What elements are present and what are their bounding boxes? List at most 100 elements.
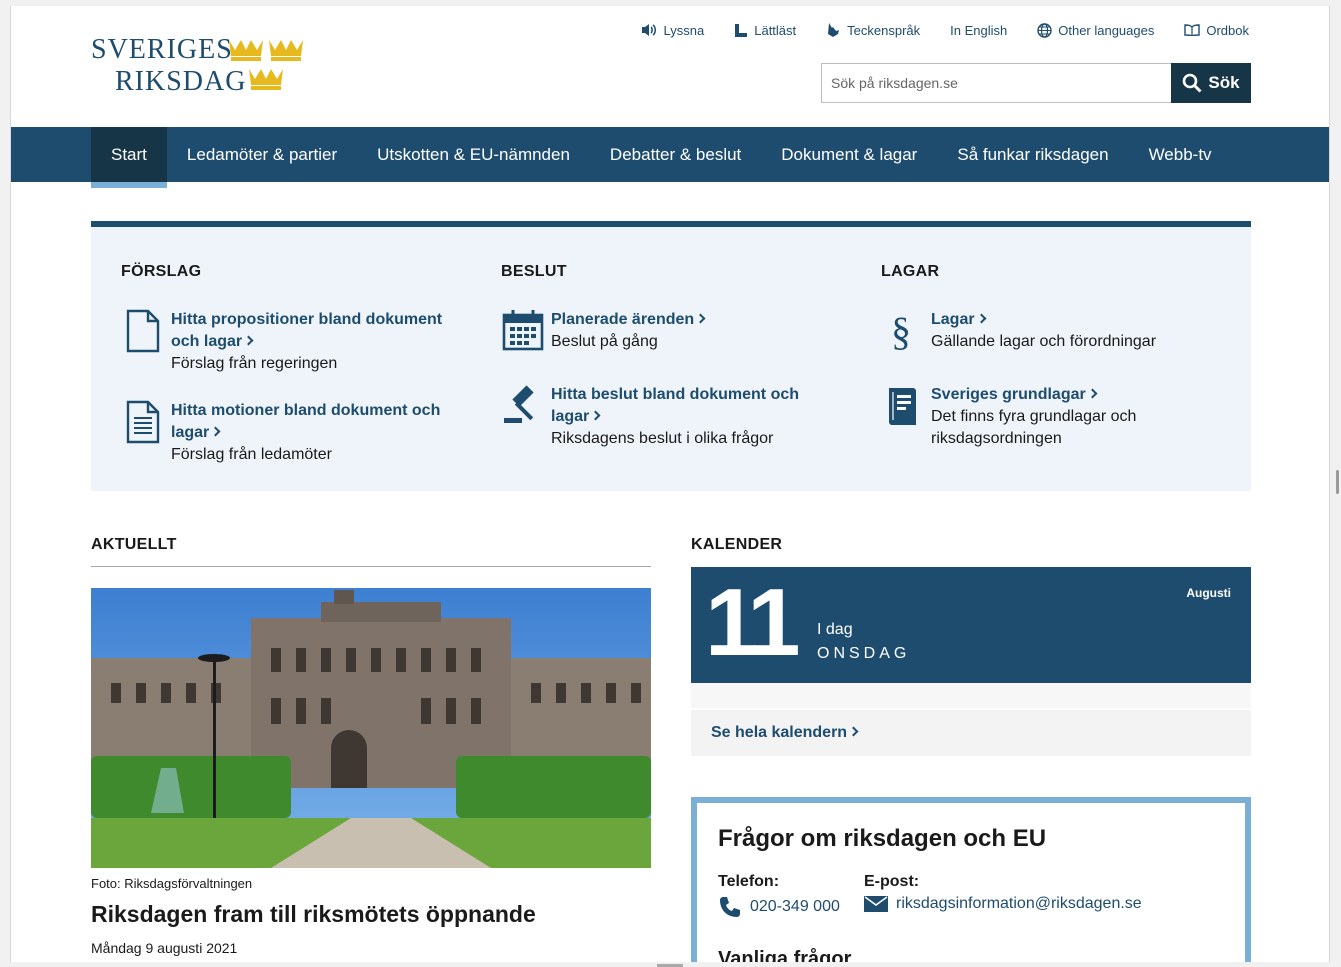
logo-line-1: SVERIGES [91, 34, 233, 65]
calendar-today-label: I dag [817, 621, 853, 638]
chevron-right-icon [976, 313, 987, 324]
calendar-today-card[interactable]: 11 I dag ONSDAG Augusti [691, 567, 1251, 683]
grundlagar-entry-text: Sveriges grundlagar Det finns fyra grund… [931, 384, 1221, 450]
photo-caption: Foto: Riksdagsförvaltningen [91, 876, 253, 891]
phone-link[interactable]: 020-349 000 [718, 895, 840, 919]
nav-item-sa-funkar[interactable]: Så funkar riksdagen [937, 127, 1128, 182]
hitta-beslut-link[interactable]: Hitta beslut bland dokument och lagar [551, 384, 841, 428]
nav-item-start[interactable]: Start [91, 127, 167, 188]
contact-title: Frågor om riksdagen och EU [718, 825, 1047, 852]
faq-heading[interactable]: Vanliga frågor [718, 948, 851, 962]
chevron-right-icon [590, 410, 601, 421]
search-icon [1183, 73, 1202, 93]
main-navigation: Start Ledamöter & partier Utskotten & EU… [11, 127, 1329, 188]
news-date: Måndag 9 augusti 2021 [91, 940, 238, 956]
text-document-icon [126, 400, 160, 444]
other-languages-label: Other languages [1058, 22, 1155, 38]
phone-number: 020-349 000 [750, 898, 840, 915]
lagar-link-label: Lagar [931, 311, 975, 328]
easy-read-label: Lättläst [754, 22, 797, 38]
full-calendar-link[interactable]: Se hela kalendern [711, 724, 859, 742]
propositioner-link-label: Hitta propositioner bland dokument och l… [171, 311, 443, 350]
calendar-month: Augusti [1186, 586, 1231, 600]
calendar-icon [502, 310, 544, 351]
logo-line-2: RIKSDAG [115, 66, 247, 97]
listen-label: Lyssna [663, 22, 705, 38]
nav-item-dokument-lagar[interactable]: Dokument & lagar [761, 127, 937, 182]
propositioner-link[interactable]: Hitta propositioner bland dokument och l… [171, 309, 461, 353]
three-crowns-icon [229, 40, 303, 90]
document-icon [126, 309, 160, 353]
grundlagar-link[interactable]: Sveriges grundlagar [931, 384, 1221, 406]
logo-wordmark: SVERIGES RIKSDAG [91, 36, 246, 96]
chevron-right-icon [210, 426, 221, 437]
kalender-heading: KALENDER [691, 536, 783, 553]
lagar-description: Gällande lagar och förordningar [931, 333, 1157, 350]
motioner-description: Förslag från ledamöter [171, 446, 332, 463]
chevron-right-icon [695, 313, 706, 324]
propositioner-description: Förslag från regeringen [171, 355, 338, 372]
full-calendar-link-label: Se hela kalendern [711, 724, 848, 741]
utility-nav: Lyssna Lättläst Teckenspråk In English O… [641, 22, 1249, 38]
gavel-icon [504, 385, 534, 423]
grundlagar-link-label: Sveriges grundlagar [931, 386, 1086, 403]
globe-icon [1037, 22, 1052, 38]
contact-box: Frågor om riksdagen och EU Telefon: 020-… [691, 797, 1251, 962]
calendar-footer: Se hela kalendern [691, 710, 1251, 756]
search-button[interactable]: Sök [1171, 63, 1251, 103]
nav-item-ledamoter-partier[interactable]: Ledamöter & partier [167, 127, 357, 182]
planerade-link-label: Planerade ärenden [551, 311, 695, 328]
motioner-link[interactable]: Hitta motioner bland dokument och lagar [171, 400, 461, 444]
easy-read-link[interactable]: Lättläst [734, 22, 796, 38]
chevron-right-icon [848, 726, 859, 737]
hitta-beslut-link-label: Hitta beslut bland dokument och lagar [551, 386, 800, 425]
lagar-link[interactable]: Lagar [931, 309, 1221, 331]
planerade-description: Beslut på gång [551, 333, 658, 350]
nav-item-utskotten[interactable]: Utskotten & EU-nämnden [357, 127, 590, 182]
news-headline-link[interactable]: Riksdagen fram till riksmötets öppnande [91, 901, 536, 928]
riksdag-logo[interactable]: SVERIGES RIKSDAG [91, 36, 311, 100]
dictionary-link[interactable]: Ordbok [1184, 22, 1249, 38]
lagar-heading: LAGAR [881, 263, 940, 280]
calendar-spacer [691, 683, 1251, 708]
email-label: E-post: [864, 873, 920, 890]
law-book-icon [889, 388, 916, 425]
parliament-building-illustration [91, 588, 651, 868]
nav-item-debatter-beslut[interactable]: Debatter & beslut [590, 127, 761, 182]
hitta-beslut-entry-text: Hitta beslut bland dokument och lagar Ri… [551, 384, 841, 450]
envelope-icon [864, 896, 888, 912]
search-button-label: Sök [1208, 73, 1240, 92]
scrollbar-thumb[interactable] [1336, 470, 1339, 494]
listen-link[interactable]: Lyssna [641, 22, 705, 38]
motioner-link-label: Hitta motioner bland dokument och lagar [171, 402, 441, 441]
calendar-day-number: 11 [705, 569, 801, 676]
news-photo-riksdagshuset[interactable] [91, 588, 651, 868]
document-shortcuts-panel: FÖRSLAG Hitta propositioner bland dokume… [91, 221, 1251, 491]
beslut-heading: BESLUT [501, 263, 567, 280]
svg-text:§: § [891, 309, 911, 353]
phone-icon [720, 897, 740, 917]
calendar-weekday: ONSDAG [817, 645, 911, 662]
phone-label: Telefon: [718, 873, 780, 890]
other-languages-link[interactable]: Other languages [1037, 22, 1154, 38]
email-link[interactable]: riksdagsinformation@riksdagen.se [864, 895, 1142, 913]
planerade-entry-text: Planerade ärenden Beslut på gång [551, 309, 841, 353]
paragraph-icon: § [891, 309, 911, 353]
email-address: riksdagsinformation@riksdagen.se [896, 895, 1142, 912]
aktuellt-divider [91, 566, 651, 567]
sign-language-link[interactable]: Teckenspråk [826, 22, 920, 38]
in-english-link[interactable]: In English [950, 22, 1007, 38]
forslag-entry-text: Hitta propositioner bland dokument och l… [171, 309, 461, 375]
lagar-entry-text: Lagar Gällande lagar och förordningar [931, 309, 1221, 353]
hitta-beslut-description: Riksdagens beslut i olika frågor [551, 430, 774, 447]
planerade-link[interactable]: Planerade ärenden [551, 309, 841, 331]
chevron-right-icon [1087, 388, 1098, 399]
aktuellt-heading: AKTUELLT [91, 536, 177, 553]
chevron-right-icon [243, 335, 254, 346]
easy-read-icon [735, 23, 748, 37]
sign-language-icon [828, 23, 840, 37]
forslag-heading: FÖRSLAG [121, 263, 202, 280]
nav-item-webb-tv[interactable]: Webb-tv [1129, 127, 1232, 182]
search-input[interactable] [821, 63, 1171, 103]
dictionary-label: Ordbok [1206, 22, 1249, 38]
